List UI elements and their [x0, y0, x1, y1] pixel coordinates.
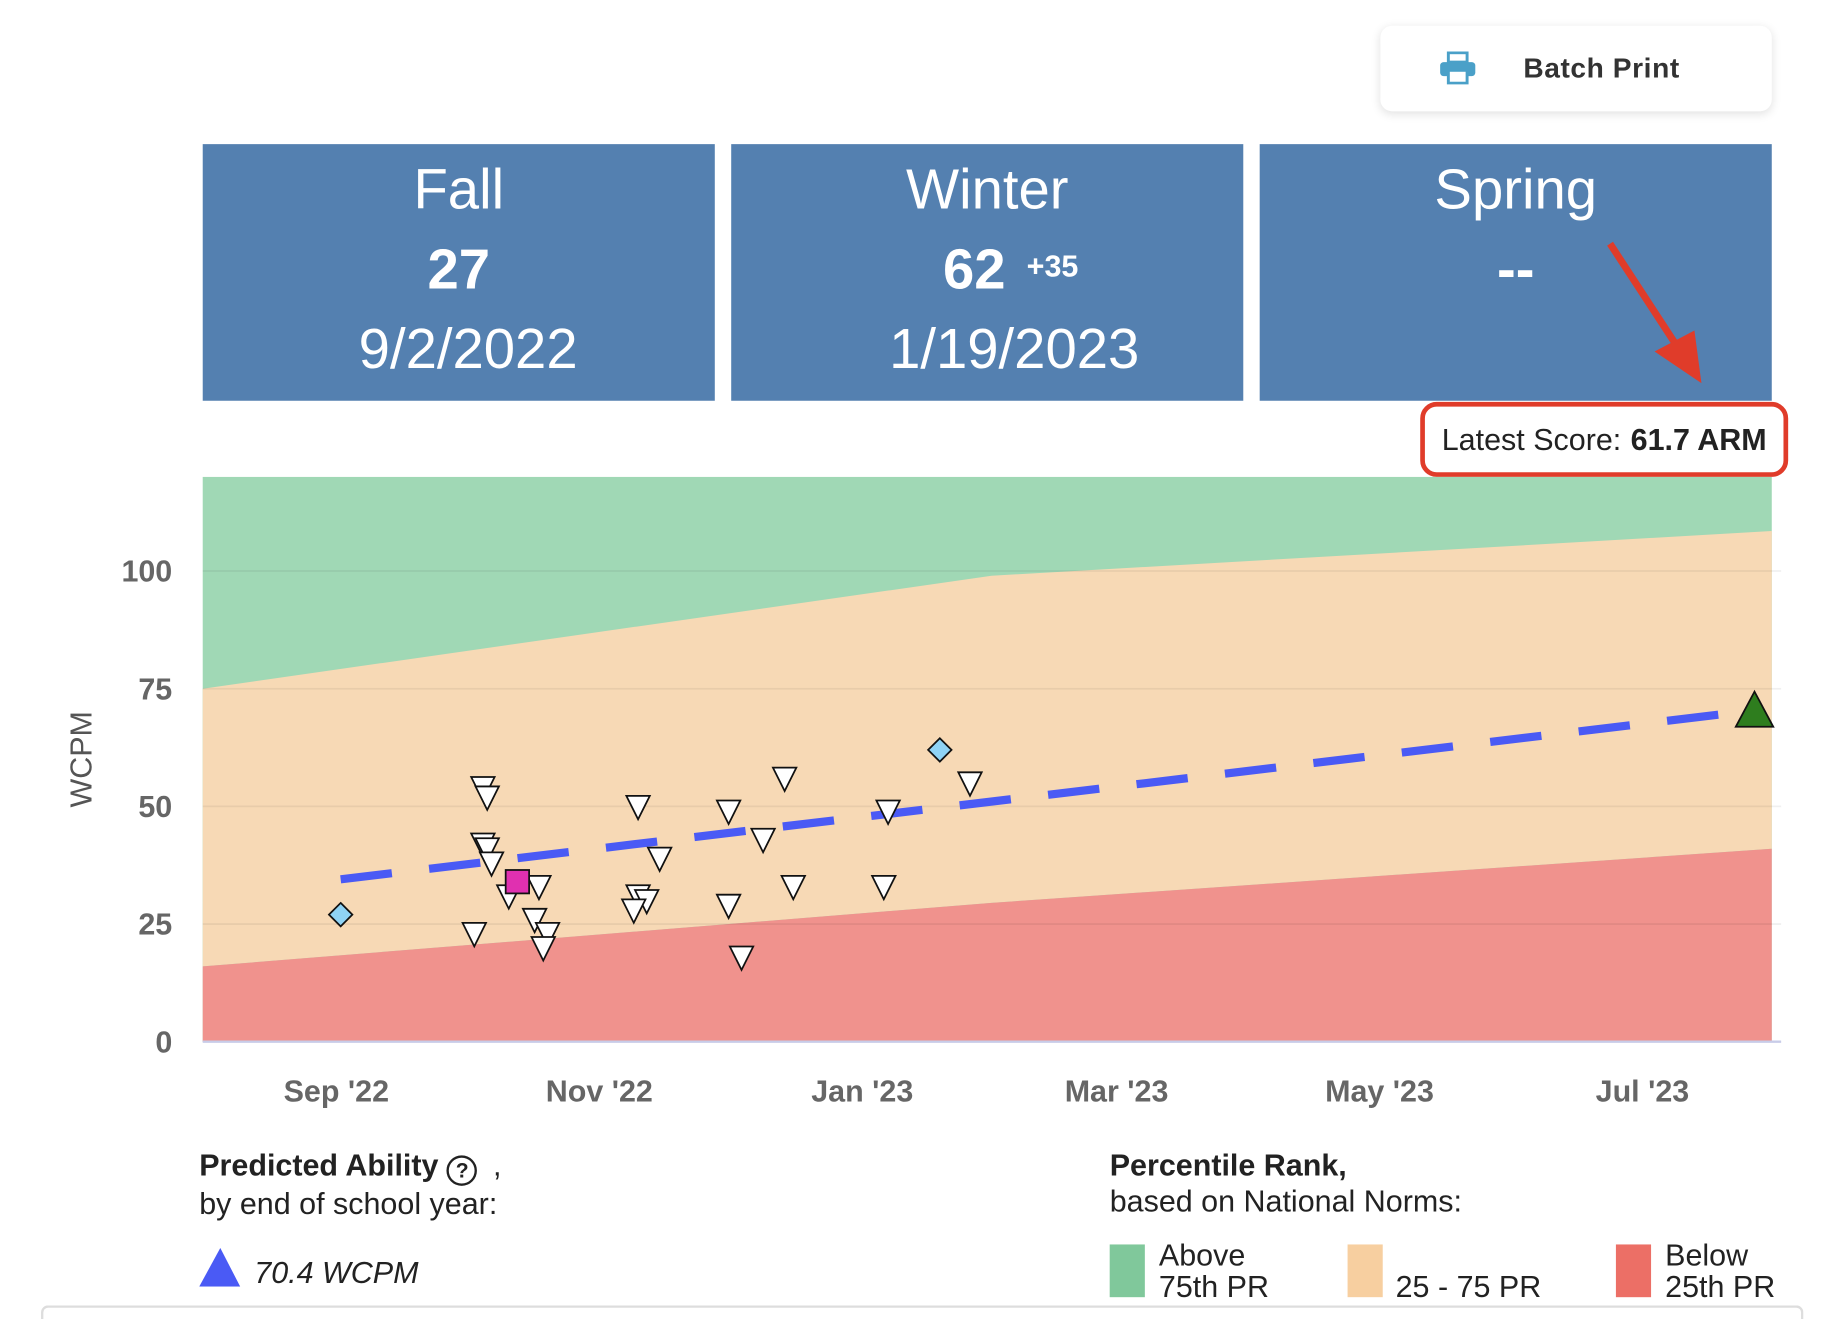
predicted-triangle-icon — [199, 1247, 241, 1287]
y-tick-label: 25 — [138, 908, 172, 942]
y-tick-label: 75 — [138, 672, 172, 706]
y-axis-label: WCPM — [64, 711, 98, 807]
percentile-title: Percentile Rank, — [1109, 1147, 1347, 1183]
x-tick-label: Jan '23 — [811, 1074, 913, 1108]
predicted-title: Predicted Ability — [199, 1147, 439, 1183]
bottom-panel-edge — [41, 1305, 1804, 1319]
latest-score-label: Latest Score: — [1441, 421, 1622, 457]
predicted-suffix: , — [492, 1147, 502, 1183]
x-tick-label: Nov '22 — [546, 1074, 653, 1108]
legend-middle: 25 - 75 PR — [1395, 1269, 1542, 1305]
legend-below: Below 25th PR — [1665, 1237, 1776, 1305]
y-tick-label: 50 — [138, 790, 172, 824]
y-tick-label: 100 — [121, 555, 172, 589]
latest-score-badge: Latest Score: 61.7 ARM — [1420, 401, 1789, 477]
predicted-subtitle: by end of school year: — [199, 1185, 498, 1222]
predicted-value: 70.4 WCPM — [254, 1254, 419, 1291]
percentile-subtitle: based on National Norms: — [1109, 1183, 1462, 1219]
x-tick-label: May '23 — [1325, 1074, 1434, 1108]
stage: Batch Print Fall 27 9/2/2022 Winter 62 +3… — [0, 0, 1828, 1319]
highlight-point — [504, 869, 530, 895]
help-icon[interactable]: ? — [446, 1155, 478, 1186]
predicted-legend: Predicted Ability ? , by end of school y… — [199, 1147, 501, 1222]
latest-score-value: 61.7 ARM — [1630, 421, 1767, 457]
above-swatch — [1109, 1244, 1145, 1298]
x-tick-label: Sep '22 — [284, 1074, 389, 1108]
wcpm-chart: 0 25 50 75 100 Sep '22 Nov '22 Jan '23 Mar '23 Ma… — [64, 476, 1782, 1108]
percentile-legend: Percentile Rank, based on National Norms… — [1110, 1147, 1462, 1220]
legend-above: Above 75th PR — [1158, 1237, 1270, 1305]
middle-swatch — [1347, 1244, 1383, 1298]
x-tick-label: Jul '23 — [1596, 1074, 1690, 1108]
y-tick-label: 0 — [155, 1025, 172, 1059]
x-tick-label: Mar '23 — [1065, 1074, 1169, 1108]
below-swatch — [1615, 1244, 1652, 1298]
